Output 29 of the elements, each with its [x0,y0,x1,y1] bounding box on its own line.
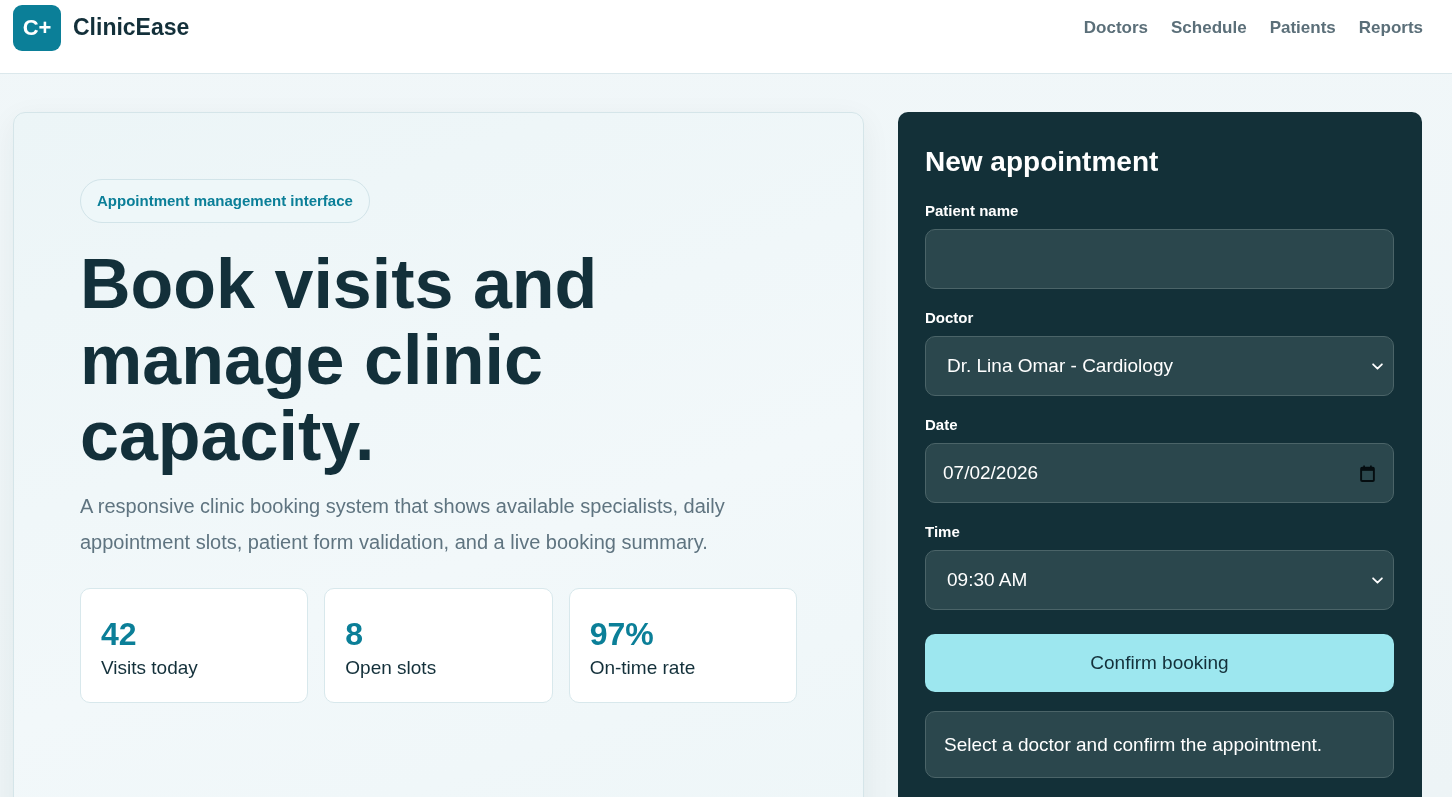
panel-title: New appointment [925,145,1160,179]
hero-description: A responsive clinic booking system that shows available specialists, daily appointment slots, patient form validation, and a live booking summary. [80,494,726,555]
field-label: Time [925,523,960,541]
dropdown-field[interactable]: 09:30 AM [925,550,1394,610]
brand-name: ClinicEase [73,14,190,41]
nav-link[interactable]: Patients [1269,17,1336,38]
tag-pill: Appointment management interface [80,179,370,223]
stat-value: 8 [345,615,364,653]
field-label: Date [925,416,958,434]
confirm-booking-button[interactable]: Confirm booking [925,634,1394,692]
stat-label: Visits today [101,656,198,680]
dropdown-field[interactable]: Dr. Lina Omar - Cardiology [925,336,1394,396]
field-label: Patient name [925,202,1019,220]
date-field[interactable]: 07/02/2026 [925,443,1394,503]
nav-link[interactable]: Reports [1358,17,1423,38]
chevron-down-icon [1372,576,1383,584]
stat-value: 42 [101,615,137,653]
stat-value: 97% [589,615,654,653]
hero-heading: Book visits and manage clinic capacity. [80,246,599,474]
stat-label: On-time rate [589,656,696,680]
input-field[interactable] [925,229,1394,289]
calendar-icon [1360,464,1375,482]
logo: C+ [13,4,61,51]
nav-link[interactable]: Doctors [1083,17,1149,38]
field-label: Doctor [925,309,974,327]
stat-label: Open slots [345,656,437,680]
nav-link[interactable]: Schedule [1171,17,1247,38]
chevron-down-icon [1372,362,1383,370]
status-message: Select a doctor and confirm the appointment. [925,711,1394,778]
